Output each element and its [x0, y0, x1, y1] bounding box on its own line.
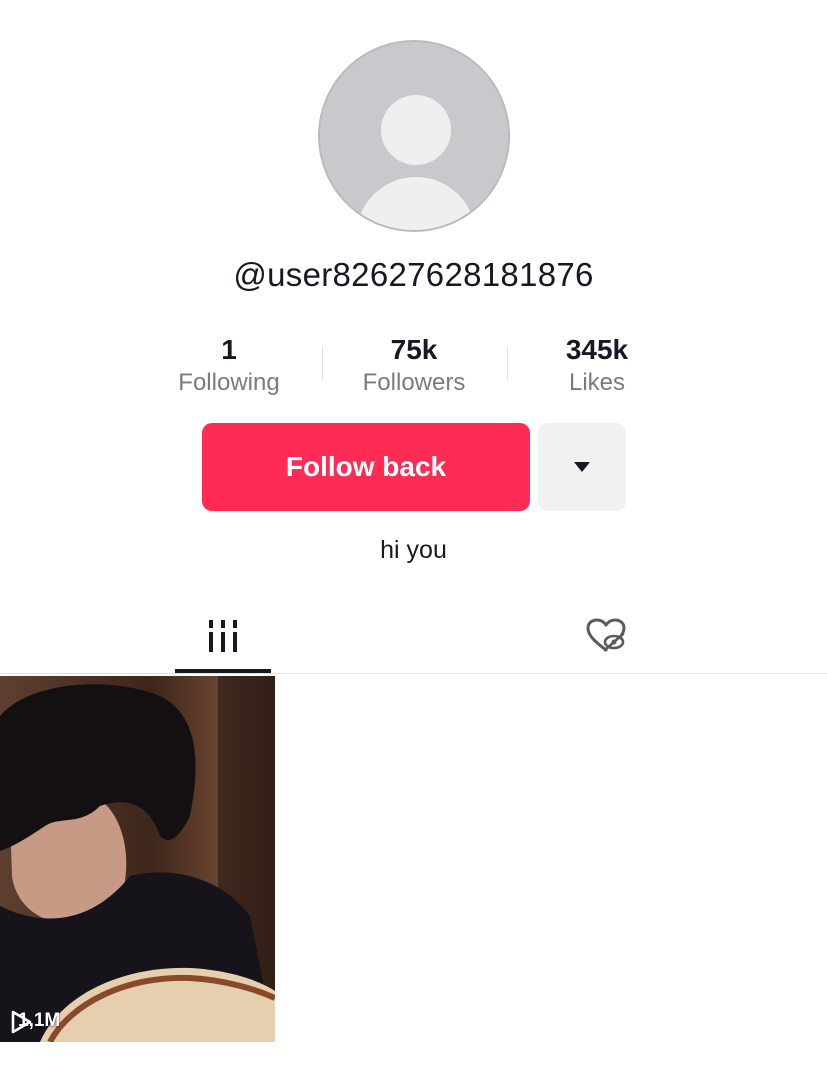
- view-count: 1,1M: [10, 1010, 60, 1034]
- following-count: 1: [221, 334, 237, 365]
- followers-label: Followers: [362, 369, 466, 396]
- default-avatar-icon: [320, 42, 508, 230]
- profile-page: @user82627628181876 1 Following 75k Foll…: [0, 0, 827, 1077]
- stat-followers[interactable]: 75k Followers: [339, 334, 489, 400]
- profile-stats: 1 Following 75k Followers 345k Likes: [0, 334, 827, 404]
- stats-divider: [507, 346, 508, 380]
- stat-likes: 345k Likes: [522, 334, 672, 400]
- tab-videos[interactable]: [175, 600, 271, 672]
- likes-count: 345k: [565, 334, 629, 365]
- more-options-button[interactable]: [538, 423, 626, 511]
- profile-tabs: [0, 600, 827, 674]
- avatar[interactable]: [318, 40, 510, 232]
- likes-label: Likes: [568, 369, 626, 396]
- video-thumbnail[interactable]: 1,1M: [0, 676, 275, 1042]
- followers-count: 75k: [390, 334, 438, 365]
- grid-icon: [209, 620, 237, 652]
- heart-hidden-icon: [586, 618, 626, 652]
- video-thumbnail-image: [0, 676, 275, 1042]
- caret-down-icon: [574, 462, 590, 472]
- username: @user82627628181876: [233, 256, 594, 293]
- bio: hi you: [380, 536, 447, 564]
- following-label: Following: [178, 369, 280, 396]
- follow-back-button[interactable]: Follow back: [202, 423, 530, 511]
- tab-liked[interactable]: [556, 600, 656, 672]
- stats-divider: [322, 346, 323, 380]
- stat-following[interactable]: 1 Following: [154, 334, 304, 400]
- tabs-divider: [0, 673, 827, 674]
